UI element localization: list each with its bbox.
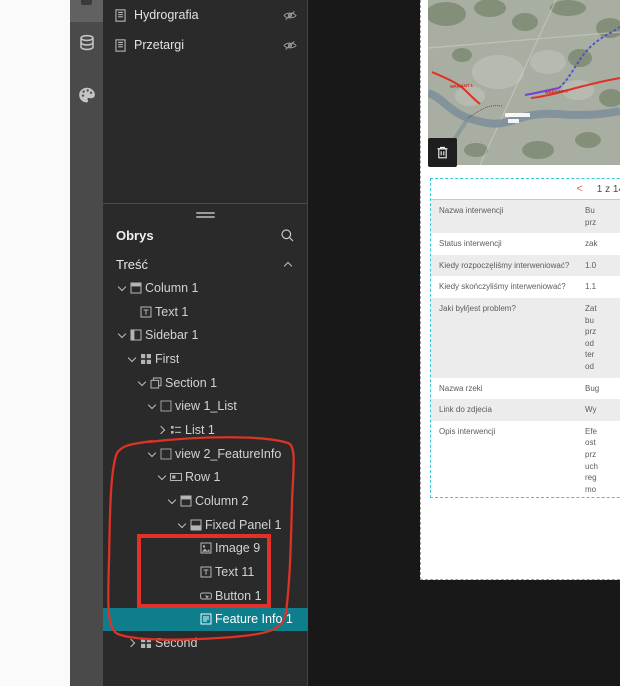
layer-label: Hydrografia [134,8,199,22]
feature-info-widget-icon [200,613,212,625]
table-row: Kiedy rozpoczęliśmy interweniować? 1.0 [431,254,620,277]
tool-strip [70,0,103,686]
tree-item-button-1[interactable]: Button 1 [103,584,308,608]
palette-icon [78,86,96,104]
table-row: Jaki był/jest problem? Zat bu prz od ter… [431,297,620,378]
tree-item-section-1[interactable]: Section 1 [103,371,308,395]
page-grid-icon [140,637,152,649]
chevron-down-icon[interactable] [167,496,177,506]
left-panel: Hydrografia Przetargi Obrys Treść Column… [103,0,308,686]
text-widget-icon [200,566,212,578]
table-row: Nazwa interwencji Bu prz [431,200,620,234]
table-row: Status interwencji zak [431,233,620,255]
view-widget-icon [160,448,172,460]
table-row: Nazwa rzeki Bug [431,377,620,400]
layer-item-hydrografia[interactable]: Hydrografia [103,0,307,30]
layer-list-icon [114,8,127,22]
tree-item-list-1[interactable]: List 1 [103,418,308,442]
chevron-right-icon[interactable] [157,425,167,435]
tree-item-column-1[interactable]: Column 1 [103,276,308,300]
trash-icon [435,145,450,160]
panel-divider [103,203,308,204]
page-grid-icon [140,353,152,365]
resize-handle[interactable] [196,212,215,219]
list-widget-icon [170,424,182,436]
chevron-down-icon[interactable] [127,354,137,364]
feature-pagination: < 1 z 14 [431,179,620,199]
outline-title: Obrys [116,227,154,243]
chevron-down-icon[interactable] [177,520,187,530]
layer-item-przetargi[interactable]: Przetargi [103,30,307,60]
table-row: Link do zdjecia Wy [431,399,620,421]
tree-item-view-2-featureinfo[interactable]: view 2_FeatureInfo [103,442,308,466]
eye-slash-icon[interactable] [283,40,297,51]
chevron-down-icon[interactable] [117,330,127,340]
eye-slash-icon[interactable] [283,10,297,21]
chevron-down-icon[interactable] [147,401,157,411]
tree-item-column-2[interactable]: Column 2 [103,489,308,513]
fixed-panel-widget-icon [190,519,202,531]
chevron-right-icon[interactable] [127,638,137,648]
tree-item-fixed-panel-1[interactable]: Fixed Panel 1 [103,513,308,537]
pages-tool-button[interactable] [70,0,103,22]
view-widget-icon [160,400,172,412]
chevron-down-icon[interactable] [157,472,167,482]
column-widget-icon [130,282,142,294]
tree-item-sidebar-1[interactable]: Sidebar 1 [103,323,308,347]
table-row: Opis interwencji Efe ost prz uch reg mo [431,420,620,497]
chevron-down-icon[interactable] [147,449,157,459]
text-widget-icon [140,306,152,318]
chevron-down-icon[interactable] [117,283,127,293]
tree-item-text-11[interactable]: Text 11 [103,560,308,584]
row-widget-icon [170,471,182,483]
layer-list-icon [114,38,127,52]
layer-label: Przetargi [134,38,185,52]
chevron-up-icon [283,260,293,270]
data-tool-button[interactable] [70,28,103,58]
section-widget-icon [150,377,162,389]
button-widget-icon [200,590,212,602]
outline-tree: Column 1 Text 1 Sidebar 1 First Section … [103,276,308,655]
feature-info-widget[interactable]: < 1 z 14 Nazwa interwencji Bu prz Status… [430,178,620,498]
theme-tool-button[interactable] [70,80,103,110]
tree-item-image-9[interactable]: Image 9 [103,537,308,561]
tree-item-text-1[interactable]: Text 1 [103,300,308,324]
feature-table: Nazwa interwencji Bu prz Status interwen… [431,199,620,497]
chevron-down-icon[interactable] [137,378,147,388]
content-section-header[interactable]: Treść [103,252,308,276]
trash-button[interactable] [428,138,457,167]
content-section-label: Treść [116,256,149,272]
tree-item-first[interactable]: First [103,347,308,371]
pages-icon [81,0,92,5]
column-widget-icon [180,495,192,507]
tree-item-row-1[interactable]: Row 1 [103,466,308,490]
tree-item-view-1-list[interactable]: view 1_List [103,394,308,418]
tree-item-second[interactable]: Second [103,631,308,655]
table-row: Kiedy skończyliśmy interweniować? 1.1 [431,276,620,298]
database-icon [78,34,96,52]
previous-page-button[interactable]: < [576,183,582,195]
image-widget-icon [200,542,212,554]
outline-header: Obrys [103,222,308,248]
tree-item-feature-info-1[interactable]: Feature Info 1 [103,607,308,632]
page-gutter [0,0,70,686]
page-count-label: 1 z 14 [596,183,620,195]
sidebar-widget-icon [130,329,142,341]
search-icon[interactable] [280,228,295,243]
